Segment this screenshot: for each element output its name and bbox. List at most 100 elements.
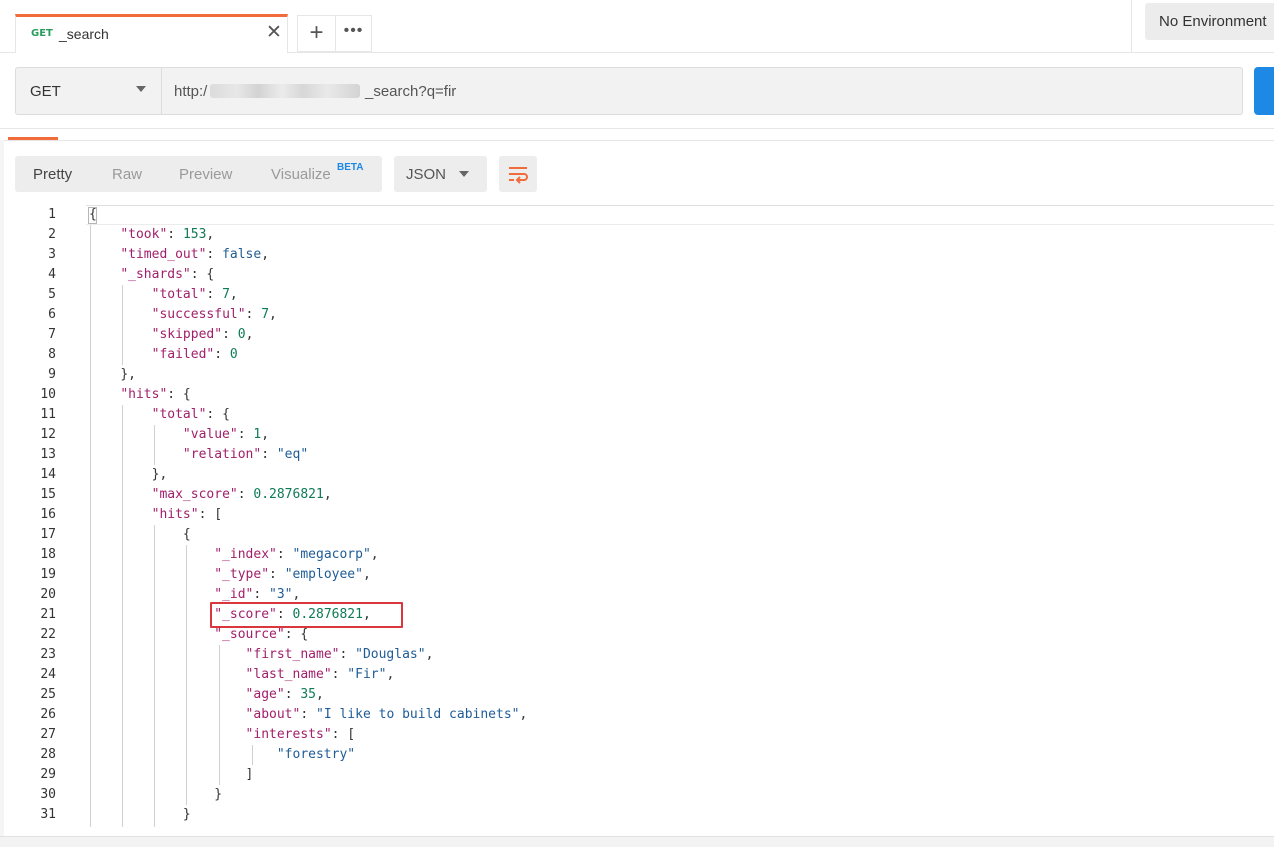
code-text: "skipped": 0, [151,327,254,342]
code-line: 2 "took": 153, [0,225,1274,245]
code-line: 24 "last_name": "Fir", [0,665,1274,685]
code-text: "relation": "eq" [182,447,309,462]
code-text: "last_name": "Fir", [245,667,395,682]
tab-visualize[interactable]: Visualize BETA [271,162,363,184]
line-number: 2 [48,227,56,242]
tab-bar: GET _search ✕ + ••• No Environment [0,0,1274,53]
tab-preview[interactable]: Preview [179,166,232,183]
code-text: "first_name": "Douglas", [245,647,434,662]
code-line: 7 "skipped": 0, [0,325,1274,345]
code-text: "hits": [ [151,507,223,522]
code-text: "failed": 0 [151,347,238,362]
code-text: } [214,787,223,802]
code-text: "_type": "employee", [214,567,371,582]
line-number: 6 [48,307,56,322]
code-line: 12 "value": 1, [0,425,1274,445]
line-number: 28 [40,747,56,762]
url-suffix: _search?q=fir [365,83,457,100]
url-prefix: http:/ [174,83,208,100]
method-select[interactable]: GET [15,67,161,115]
wrap-lines-button[interactable] [499,156,537,192]
code-text: "max_score": 0.2876821, [151,487,332,502]
line-number: 10 [40,387,56,402]
code-text: "total": { [151,407,230,422]
code-line: 19 "_type": "employee", [0,565,1274,585]
code-text: "total": 7, [151,287,238,302]
code-text: { [182,527,191,542]
line-number: 19 [40,567,56,582]
code-text: { [89,207,97,222]
code-line: 16 "hits": [ [0,505,1274,525]
environment-select[interactable]: No Environment [1145,3,1274,40]
line-number: 24 [40,667,56,682]
score-highlight-box [210,602,403,628]
code-line: 29 ] [0,765,1274,785]
url-redacted-segment [210,84,360,98]
format-label: JSON [406,166,447,183]
tab-method-badge: GET [31,28,53,39]
line-number: 30 [40,787,56,802]
code-line: 6 "successful": 7, [0,305,1274,325]
code-line: 21 "_score": 0.2876821, [0,605,1274,625]
code-text: }, [151,467,168,482]
line-number: 25 [40,687,56,702]
code-line: 28 "forestry" [0,745,1274,765]
code-text: "age": 35, [245,687,324,702]
code-line: 4 "_shards": { [0,265,1274,285]
url-input[interactable]: http:/ _search?q=fir [161,67,1243,115]
send-button[interactable] [1254,67,1274,115]
format-select[interactable]: JSON [394,156,487,192]
response-body-viewer[interactable]: 1{2 "took": 153, 3 "timed_out": false, 4 "… [0,205,1274,827]
code-line: 13 "relation": "eq" [0,445,1274,465]
tab-visualize-label: Visualize [271,166,331,183]
code-line: 5 "total": 7, [0,285,1274,305]
code-text: } [182,807,191,822]
code-text: "forestry" [276,747,356,762]
tab-pretty[interactable]: Pretty [33,166,72,183]
line-number: 29 [40,767,56,782]
code-line: 3 "timed_out": false, [0,245,1274,265]
response-view-tabs: Pretty Raw Preview Visualize BETA [15,156,382,192]
add-tab-button[interactable]: + [297,15,335,52]
code-text: "successful": 7, [151,307,277,322]
method-label: GET [30,83,61,100]
line-number: 9 [48,367,56,382]
request-tab[interactable]: GET _search ✕ [15,14,288,53]
code-text: "_index": "megacorp", [214,547,379,562]
code-line: 27 "interests": [ [0,725,1274,745]
chevron-down-icon [459,171,469,177]
code-line: 23 "first_name": "Douglas", [0,645,1274,665]
line-number: 20 [40,587,56,602]
code-line: 14 }, [0,465,1274,485]
line-number: 7 [48,327,56,342]
line-number: 8 [48,347,56,362]
line-number: 17 [40,527,56,542]
code-line: 25 "age": 35, [0,685,1274,705]
code-text: "_shards": { [120,267,215,282]
code-line: 11 "total": { [0,405,1274,425]
tab-raw[interactable]: Raw [112,166,142,183]
close-icon[interactable]: ✕ [266,22,282,44]
line-number: 18 [40,547,56,562]
code-text: "_source": { [214,627,309,642]
beta-badge: BETA [337,162,364,173]
line-number: 13 [40,447,56,462]
line-number: 1 [48,207,56,222]
line-number: 4 [48,267,56,282]
chevron-down-icon [136,86,146,92]
line-number: 3 [48,247,56,262]
line-number: 26 [40,707,56,722]
code-line: 22 "_source": { [0,625,1274,645]
line-number: 15 [40,487,56,502]
tab-title: _search [59,26,109,42]
status-bar [0,836,1274,847]
code-text: "timed_out": false, [120,247,270,262]
more-tabs-button[interactable]: ••• [335,15,372,52]
line-number: 21 [40,607,56,622]
line-number: 11 [40,407,56,422]
code-line: 8 "failed": 0 [0,345,1274,365]
code-line: 1{ [0,205,1274,225]
divider [0,140,1274,141]
code-text: ] [245,767,254,782]
line-number: 12 [40,427,56,442]
